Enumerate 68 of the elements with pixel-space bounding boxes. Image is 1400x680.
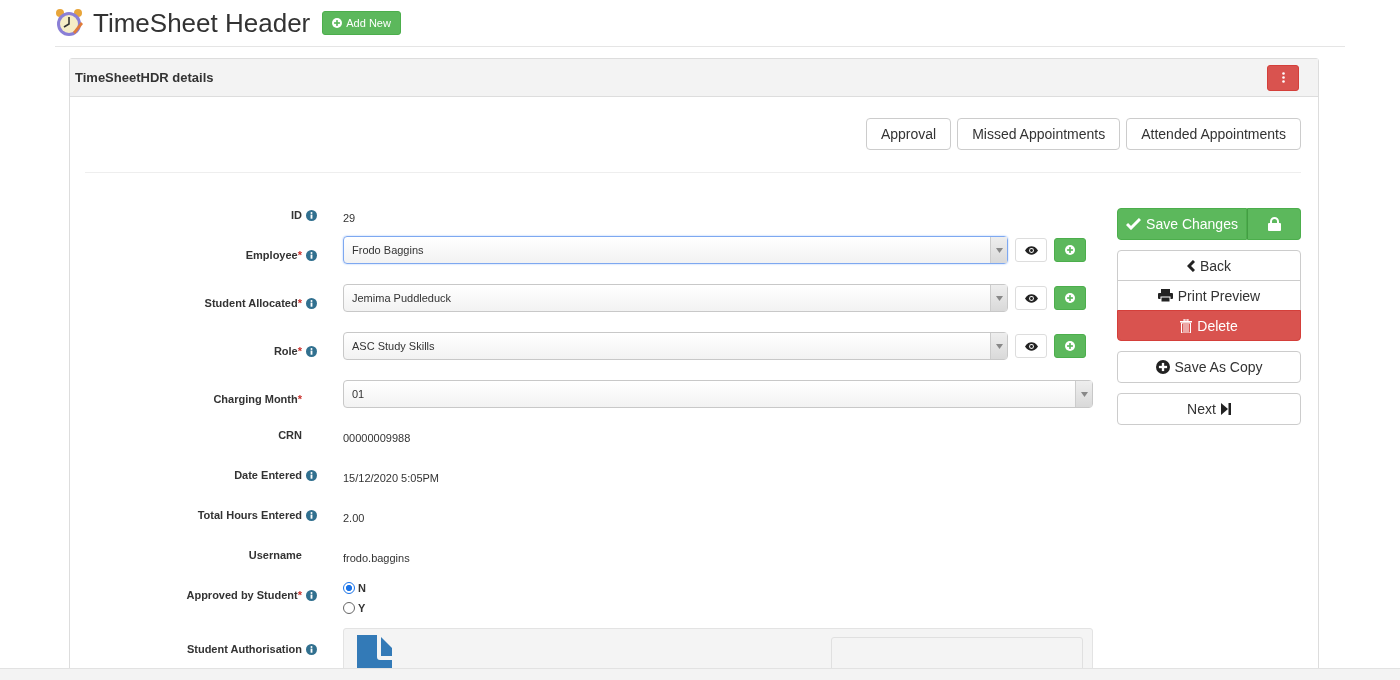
eye-icon — [1024, 341, 1038, 351]
field-label: Student Allocated — [204, 297, 298, 309]
skip-forward-icon — [1220, 403, 1231, 415]
plus-circle-icon — [332, 18, 343, 28]
next-button[interactable]: Next — [1117, 393, 1301, 425]
field-value: frodo.baggins — [343, 551, 410, 564]
required-asterisk: * — [297, 589, 302, 601]
checkmark-icon — [1126, 218, 1142, 230]
printer-icon — [1157, 289, 1173, 302]
field-value: 29 — [343, 211, 356, 224]
lock-button[interactable] — [1247, 208, 1301, 240]
panel-title: TimeSheetHDR details — [75, 70, 214, 85]
tab-button[interactable]: Attended Appointments — [1126, 118, 1301, 150]
padlock-icon — [1267, 217, 1281, 231]
tab-button[interactable]: Missed Appointments — [957, 118, 1121, 150]
required-asterisk: * — [297, 249, 302, 261]
clock-logo-icon — [55, 8, 83, 38]
copy-button[interactable]: Save As Copy — [1117, 351, 1301, 383]
back-button[interactable]: Back — [1117, 250, 1301, 281]
radio-button[interactable] — [343, 602, 355, 614]
field-label: Charging Month — [213, 393, 298, 405]
add-button[interactable] — [1054, 286, 1086, 310]
field-label: CRN — [278, 429, 302, 441]
field-label: Username — [248, 549, 302, 561]
radio-label: Y — [358, 602, 366, 614]
field-label: Approved by Student — [186, 589, 298, 601]
eye-icon — [1024, 293, 1038, 303]
field-value: 00000009988 — [343, 431, 411, 444]
chevron-left-icon — [1186, 259, 1195, 272]
view-button[interactable] — [1015, 286, 1047, 310]
delete-button[interactable]: Delete — [1117, 310, 1301, 341]
page-title: TimeSheet Header — [93, 10, 311, 36]
required-asterisk: * — [297, 393, 302, 405]
eye-icon — [1024, 245, 1038, 255]
select-field[interactable]: Frodo Baggins — [343, 236, 1008, 264]
radio-label: N — [358, 582, 366, 594]
select-field[interactable]: Jemima Puddleduck — [343, 284, 1008, 312]
caret-icon — [1080, 391, 1088, 397]
add-button[interactable] — [1054, 238, 1086, 262]
plus-circle-icon — [1065, 245, 1075, 255]
field-value: 2.00 — [343, 511, 365, 524]
select-field[interactable]: ASC Study Skills — [343, 332, 1008, 360]
field-label: ID — [291, 209, 302, 221]
plus-circle-icon — [1065, 293, 1075, 303]
view-button[interactable] — [1015, 238, 1047, 262]
more-vertical-icon — [1281, 72, 1285, 83]
field-value: 15/12/2020 5:05PM — [343, 471, 440, 484]
field-label: Student Authorisation — [186, 643, 302, 655]
field-label: Total Hours Entered — [197, 509, 302, 521]
menu-button[interactable] — [1267, 64, 1299, 91]
select-field[interactable]: 01 — [343, 380, 1093, 408]
add-button[interactable] — [1054, 334, 1086, 358]
trash-icon — [1180, 318, 1193, 333]
plus-circle-icon — [1065, 341, 1075, 351]
file-icon — [357, 635, 392, 668]
caret-icon — [995, 343, 1003, 349]
required-asterisk: * — [297, 297, 302, 309]
field-label: Employee — [245, 249, 298, 261]
view-button[interactable] — [1015, 334, 1047, 358]
radio-button[interactable] — [343, 582, 355, 594]
required-asterisk: * — [297, 345, 302, 357]
print-button[interactable]: Print Preview — [1117, 280, 1301, 311]
field-label: Date Entered — [234, 469, 302, 481]
field-label: Role — [273, 345, 298, 357]
plus-circle-icon — [1155, 360, 1170, 374]
caret-icon — [995, 247, 1003, 253]
tab-button[interactable]: Approval — [865, 118, 952, 150]
caret-icon — [995, 295, 1003, 301]
